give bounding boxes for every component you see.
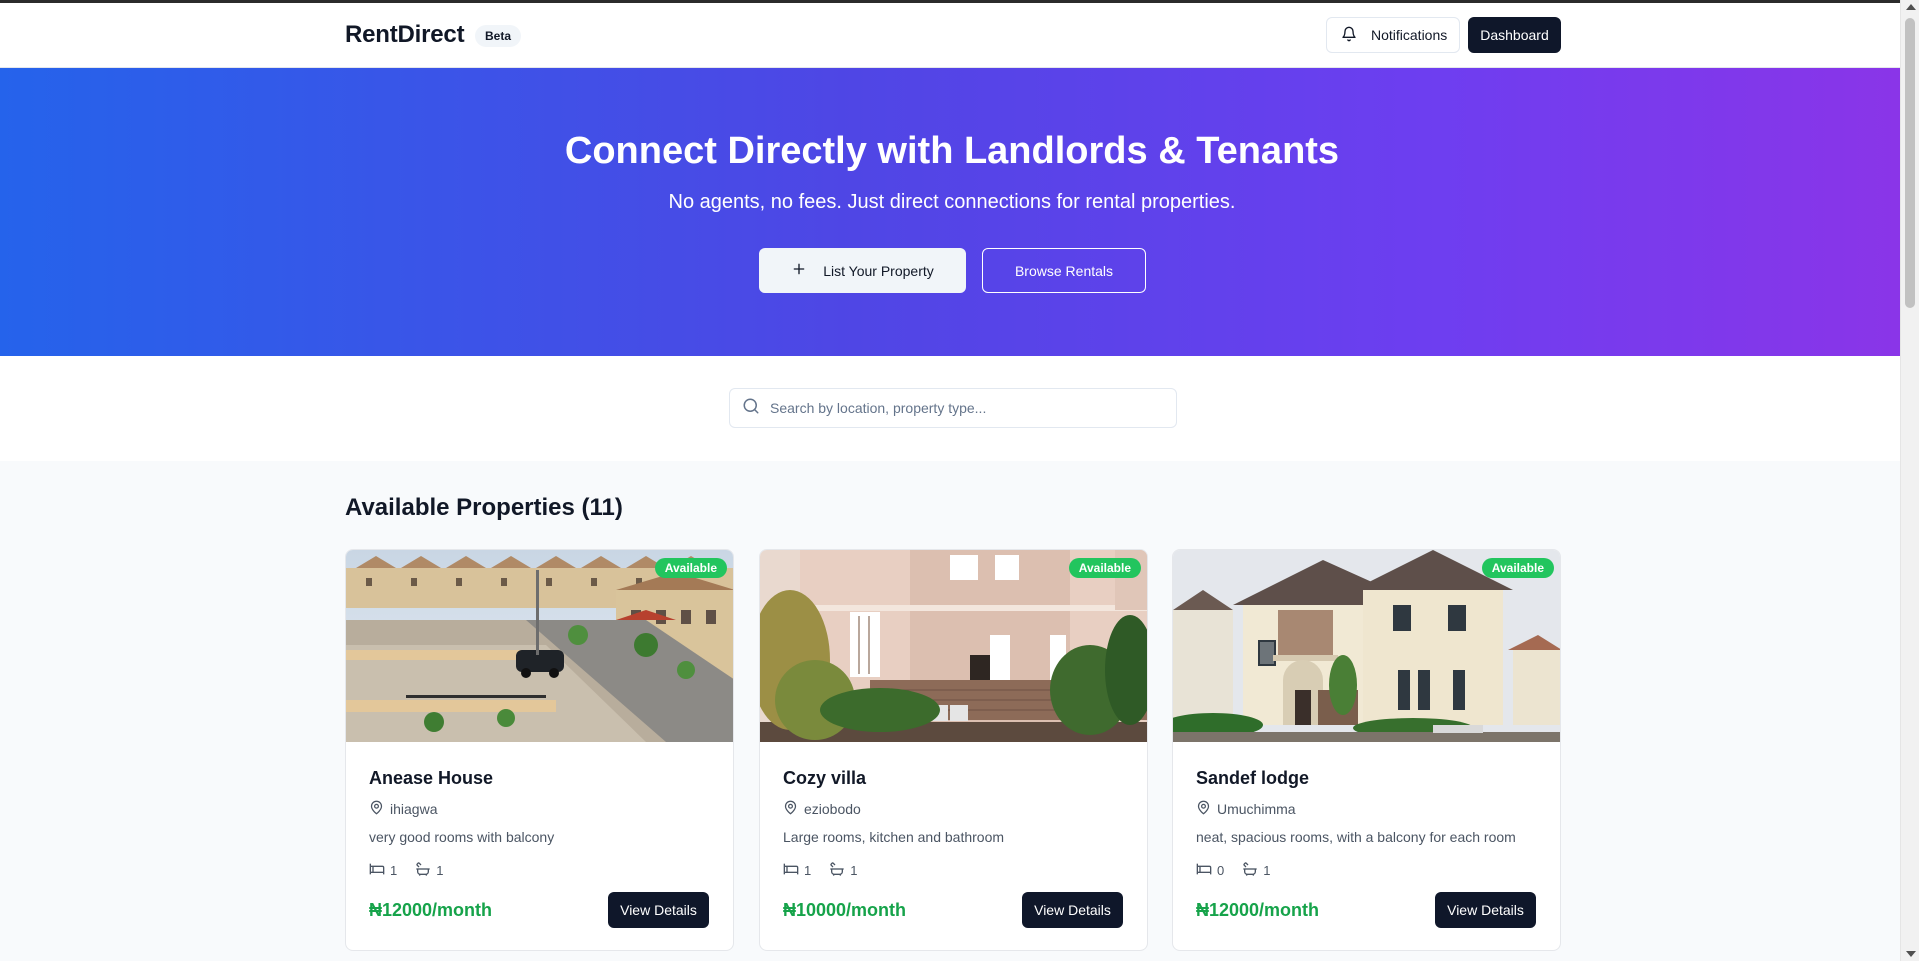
browse-rentals-button[interactable]: Browse Rentals xyxy=(982,248,1146,293)
view-details-button[interactable]: View Details xyxy=(1435,892,1536,928)
property-features: 1 1 xyxy=(783,861,869,880)
property-location: eziobodo xyxy=(783,800,861,818)
plus-icon xyxy=(791,261,807,280)
list-property-button[interactable]: List Your Property xyxy=(759,248,966,293)
property-card[interactable]: Available Sandef lodge Umuchimma neat, s… xyxy=(1172,549,1561,951)
property-description: Large rooms, kitchen and bathroom xyxy=(783,829,1005,845)
property-description: very good rooms with balcony xyxy=(369,829,555,845)
status-badge: Available xyxy=(654,558,727,578)
bed-icon xyxy=(783,861,799,880)
search-section xyxy=(0,356,1900,461)
property-photo[interactable]: Available xyxy=(346,550,733,742)
location-text: eziobodo xyxy=(804,801,861,817)
property-name: Cozy villa xyxy=(783,768,867,788)
search-box[interactable] xyxy=(729,388,1177,428)
search-icon xyxy=(742,397,760,420)
beta-badge: Beta xyxy=(475,25,522,47)
location-text: Umuchimma xyxy=(1217,801,1296,817)
notifications-label: Notifications xyxy=(1371,27,1448,43)
location-text: ihiagwa xyxy=(390,801,438,817)
property-features: 0 1 xyxy=(1196,861,1282,880)
property-price: ₦12000/month xyxy=(369,900,493,920)
beds-count: 0 xyxy=(1217,863,1225,878)
view-details-button[interactable]: View Details xyxy=(608,892,709,928)
bed-icon xyxy=(369,861,385,880)
list-property-label: List Your Property xyxy=(823,262,934,279)
brand-logo[interactable]: RentDirect xyxy=(345,21,465,49)
beds-count: 1 xyxy=(804,863,812,878)
hero-banner: Connect Directly with Landlords & Tenant… xyxy=(0,68,1900,356)
bath-icon xyxy=(829,861,845,880)
property-location: ihiagwa xyxy=(369,800,437,818)
property-features: 1 1 xyxy=(369,861,455,880)
property-location: Umuchimma xyxy=(1196,800,1296,818)
scroll-down-arrow-icon[interactable] xyxy=(1906,951,1916,957)
properties-heading: Available Properties (11) xyxy=(345,494,623,521)
hero-title: Connect Directly with Landlords & Tenant… xyxy=(564,130,1340,172)
property-price: ₦12000/month xyxy=(1196,900,1320,920)
property-price: ₦10000/month xyxy=(783,900,907,920)
notifications-button[interactable]: Notifications xyxy=(1326,17,1460,53)
search-input[interactable] xyxy=(770,400,1150,416)
bed-icon xyxy=(1196,861,1212,880)
property-name: Anease House xyxy=(369,768,494,788)
map-pin-icon xyxy=(1196,800,1211,818)
baths-count: 1 xyxy=(850,863,858,878)
site-header: RentDirect Beta Notifications Dashboard xyxy=(0,3,1900,68)
bath-icon xyxy=(1242,861,1258,880)
property-card[interactable]: Available Cozy villa eziobodo Large room… xyxy=(759,549,1148,951)
page-scrollbar[interactable] xyxy=(1900,0,1919,961)
map-pin-icon xyxy=(369,800,384,818)
view-details-button[interactable]: View Details xyxy=(1022,892,1123,928)
map-pin-icon xyxy=(783,800,798,818)
bell-icon xyxy=(1341,26,1357,45)
beds-count: 1 xyxy=(390,863,398,878)
property-description: neat, spacious rooms, with a balcony for… xyxy=(1196,829,1516,845)
bath-icon xyxy=(415,861,431,880)
status-badge: Available xyxy=(1068,558,1141,578)
property-name: Sandef lodge xyxy=(1196,768,1310,788)
hero-subtitle: No agents, no fees. Just direct connecti… xyxy=(668,191,1236,213)
status-badge: Available xyxy=(1481,558,1554,578)
scroll-up-arrow-icon[interactable] xyxy=(1906,4,1916,10)
dashboard-button[interactable]: Dashboard xyxy=(1468,17,1561,53)
baths-count: 1 xyxy=(1263,863,1271,878)
property-photo[interactable]: Available xyxy=(760,550,1147,742)
baths-count: 1 xyxy=(436,863,444,878)
property-photo[interactable]: Available xyxy=(1173,550,1560,742)
scrollbar-thumb[interactable] xyxy=(1905,18,1915,308)
property-card[interactable]: Available Anease House ihiagwa very good… xyxy=(345,549,734,951)
